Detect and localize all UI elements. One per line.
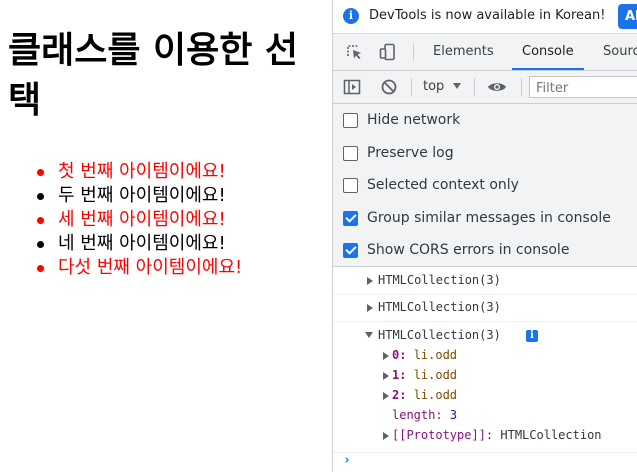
devtools-tabbar: Elements Console Sourc bbox=[333, 34, 637, 71]
list-item: 세 번째 아이템이에요! bbox=[36, 208, 242, 232]
expand-arrow-icon[interactable] bbox=[383, 372, 389, 380]
length-property: length: 3 bbox=[392, 408, 458, 422]
console-message-expanded[interactable]: HTMLCollection(3) i 0: li.odd 1: li.odd … bbox=[333, 322, 637, 453]
toolbar-separator bbox=[411, 78, 412, 96]
tab-elements[interactable]: Elements bbox=[433, 34, 494, 70]
expand-arrow-icon[interactable] bbox=[383, 352, 389, 360]
collection-entry[interactable]: 0: li.odd bbox=[392, 348, 457, 362]
expand-arrow-icon[interactable] bbox=[367, 304, 373, 312]
list-item: 두 번째 아이템이에요! bbox=[36, 184, 242, 208]
toolbar-separator bbox=[474, 78, 475, 96]
console-settings: Hide network Preserve log Selected conte… bbox=[333, 104, 637, 267]
context-selector[interactable]: top bbox=[423, 79, 444, 94]
always-match-language-button[interactable]: Alw bbox=[618, 4, 637, 29]
page-content: 클래스를 이용한 선택 첫 번째 아이템이에요! 두 번째 아이템이에요! 세 … bbox=[0, 0, 332, 472]
info-icon[interactable]: i bbox=[526, 330, 538, 342]
collection-entry[interactable]: 2: li.odd bbox=[392, 388, 457, 402]
tab-sources[interactable]: Sourc bbox=[603, 34, 637, 70]
checkbox[interactable] bbox=[343, 146, 358, 161]
item-list: 첫 번째 아이템이에요! 두 번째 아이템이에요! 세 번째 아이템이에요! 네… bbox=[0, 160, 242, 280]
devtools-panel: i DevTools is now available in Korean! A… bbox=[332, 0, 637, 472]
expand-arrow-icon[interactable] bbox=[383, 432, 389, 440]
collection-entry[interactable]: 1: li.odd bbox=[392, 368, 457, 382]
list-item: 첫 번째 아이템이에요! bbox=[36, 160, 242, 184]
checkbox[interactable] bbox=[343, 113, 358, 128]
console-toolbar: top bbox=[333, 71, 637, 104]
language-infobar: i DevTools is now available in Korean! A… bbox=[333, 0, 637, 34]
console-message[interactable]: HTMLCollection(3) bbox=[333, 267, 637, 295]
checkbox-checked[interactable] bbox=[343, 211, 358, 226]
inspect-element-icon[interactable] bbox=[345, 43, 363, 61]
prototype-property[interactable]: [[Prototype]]: HTMLCollection bbox=[392, 428, 602, 442]
expand-arrow-icon[interactable] bbox=[367, 277, 373, 285]
checkbox[interactable] bbox=[343, 178, 358, 193]
infobar-message: DevTools is now available in Korean! bbox=[369, 8, 606, 23]
info-icon: i bbox=[343, 8, 359, 24]
expand-arrow-icon[interactable] bbox=[383, 392, 389, 400]
eye-icon[interactable] bbox=[487, 78, 506, 96]
checkbox-checked[interactable] bbox=[343, 243, 358, 258]
sidebar-toggle-icon[interactable] bbox=[343, 78, 361, 96]
tab-separator bbox=[413, 44, 414, 60]
list-item: 다섯 번째 아이템이에요! bbox=[36, 257, 243, 278]
page-title: 클래스를 이용한 선택 bbox=[8, 30, 299, 121]
console-output: HTMLCollection(3) HTMLCollection(3) HTML… bbox=[333, 267, 637, 472]
toolbar-separator bbox=[521, 78, 522, 96]
list-item: 네 번째 아이템이에요! bbox=[36, 232, 242, 256]
clear-console-icon[interactable] bbox=[380, 78, 398, 96]
console-prompt[interactable]: › bbox=[343, 453, 351, 468]
collapse-arrow-icon[interactable] bbox=[365, 332, 373, 338]
chevron-down-icon[interactable] bbox=[453, 83, 461, 89]
device-toggle-icon[interactable] bbox=[379, 43, 397, 61]
filter-input[interactable] bbox=[529, 76, 637, 98]
console-message[interactable]: HTMLCollection(3) bbox=[333, 294, 637, 322]
tab-console[interactable]: Console bbox=[512, 34, 584, 70]
